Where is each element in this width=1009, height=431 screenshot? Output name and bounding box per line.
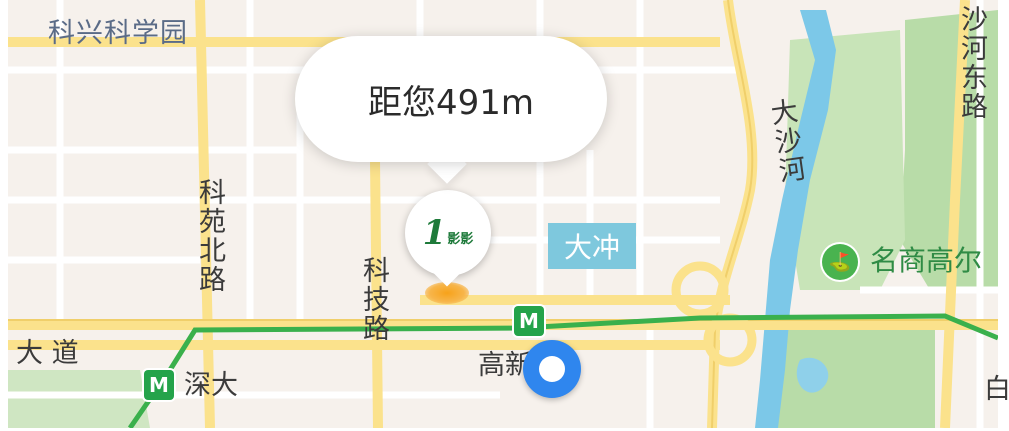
station-label-shenda: 深大	[184, 370, 238, 401]
cinema-logo-icon: 1 影影	[422, 213, 474, 253]
road-label-avenue: 大 道	[16, 338, 79, 369]
metro-station-icon[interactable]: M	[144, 370, 174, 400]
metro-station-icon[interactable]: M	[514, 306, 544, 336]
distance-bubble[interactable]: 距您491m	[295, 36, 607, 162]
place-label-kexing-science-park: 科兴科学园	[48, 18, 188, 49]
edge-label: 白	[984, 374, 1009, 405]
golf-mall-icon[interactable]: ⛳	[822, 244, 858, 280]
area-tag-dachong: 大冲	[548, 223, 636, 269]
map-view[interactable]: 科兴科学园 科苑北路 科技路 大沙河 沙河东路 大 道 白 M 深大 M 高新园…	[0, 0, 1009, 431]
place-label-mingshang: 名商高尔	[870, 244, 983, 277]
road-label-shahe-east: 沙河东路	[956, 5, 987, 121]
distance-text: 距您491m	[367, 82, 534, 123]
current-location-dot[interactable]	[523, 340, 581, 398]
cinema-poi-pin[interactable]: 1 影影	[405, 190, 491, 276]
road-label-keyuan-north: 科苑北路	[194, 178, 225, 294]
road-label-keji: 科技路	[358, 256, 389, 343]
park-area-south	[770, 330, 935, 428]
park-area-west	[8, 370, 150, 428]
